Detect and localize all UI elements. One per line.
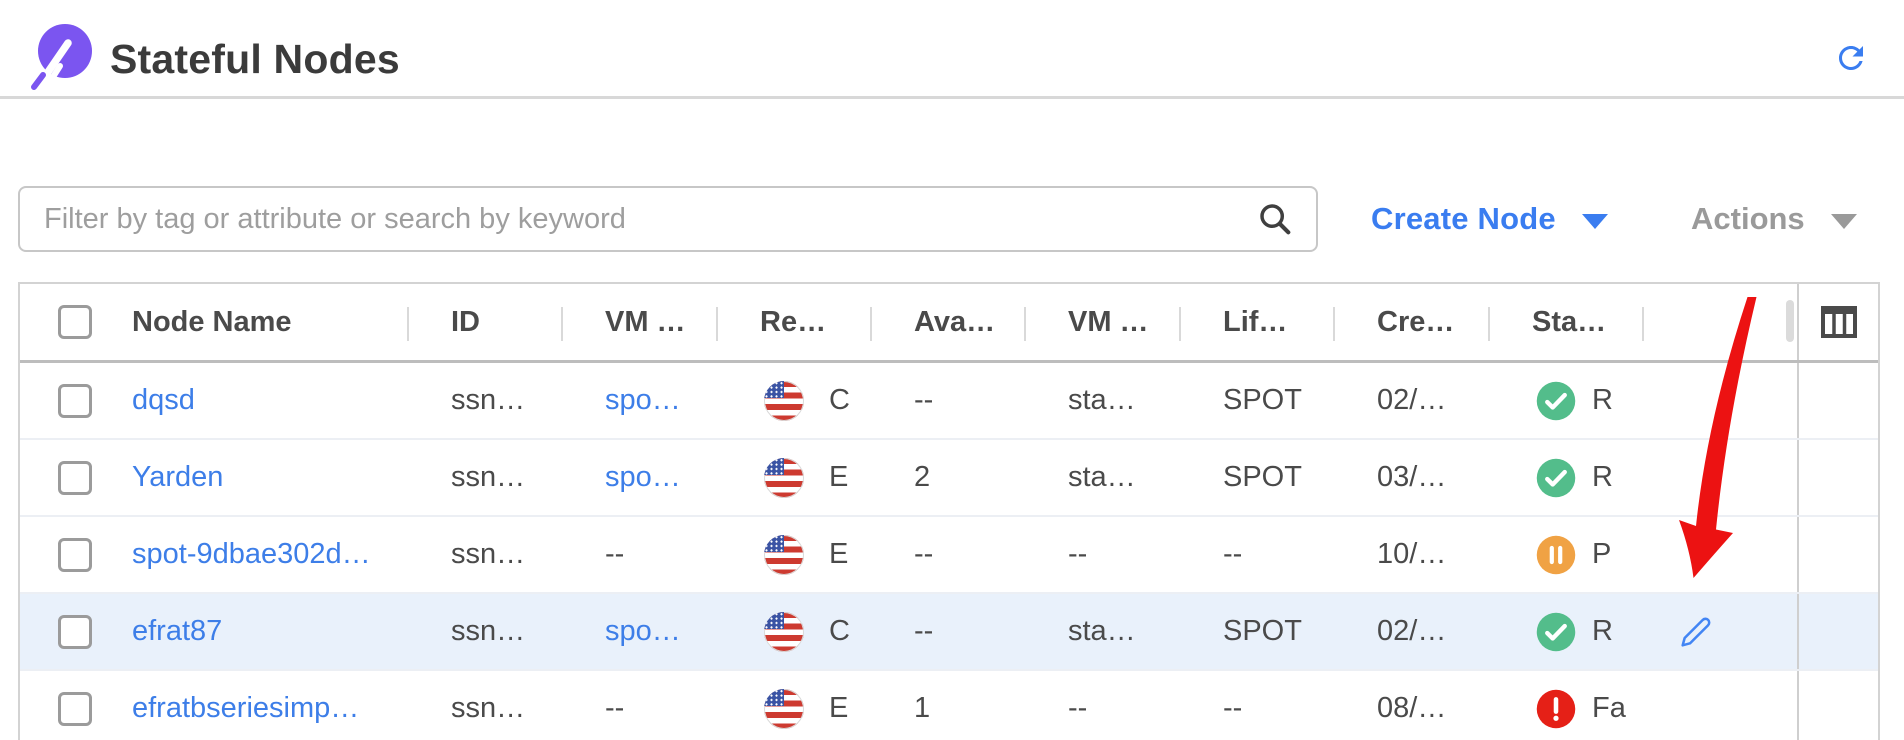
vm-name-value: sta…	[1068, 384, 1136, 417]
node-name-link[interactable]: dqsd	[132, 384, 195, 417]
page-title: Stateful Nodes	[110, 36, 400, 83]
table-row[interactable]: efrat87 ssn… spo… C -- sta… SPOT 02/… R	[20, 594, 1878, 671]
vm-name-value: sta…	[1068, 461, 1136, 494]
row-checkbox[interactable]	[58, 538, 92, 572]
status-label: R	[1592, 384, 1613, 417]
us-flag-icon	[764, 689, 804, 729]
column-header-region[interactable]: Re…	[718, 284, 872, 360]
region-label: C	[829, 384, 850, 417]
status-label: Fa	[1592, 692, 1626, 725]
check-circle-icon	[1535, 457, 1577, 499]
created-value: 02/…	[1377, 615, 1446, 648]
row-checkbox[interactable]	[58, 384, 92, 418]
table-scrollbar[interactable]	[1786, 300, 1794, 342]
column-header-lifecycle[interactable]: Lif…	[1181, 284, 1335, 360]
status-label: R	[1592, 615, 1613, 648]
table-row[interactable]: efratbseriesimp… ssn… -- E 1 -- -- 08/… …	[20, 671, 1878, 740]
chevron-down-icon	[1831, 214, 1857, 229]
availability-value: --	[914, 384, 933, 417]
column-header-availability[interactable]: Ava…	[872, 284, 1026, 360]
region-label: E	[829, 461, 848, 494]
check-circle-icon	[1535, 611, 1577, 653]
column-header-status[interactable]: Sta…	[1490, 284, 1644, 360]
node-name-link[interactable]: efrat87	[132, 615, 222, 648]
columns-icon[interactable]	[1821, 306, 1857, 338]
refresh-button[interactable]	[1832, 40, 1870, 78]
created-value: 08/…	[1377, 692, 1446, 725]
error-circle-icon	[1535, 688, 1577, 730]
vm-name-value: --	[1068, 538, 1087, 571]
pause-circle-icon	[1535, 534, 1577, 576]
column-header-vm-name[interactable]: VM …	[1026, 284, 1181, 360]
created-value: 03/…	[1377, 461, 1446, 494]
select-all-checkbox[interactable]	[58, 305, 92, 339]
lifecycle-value: --	[1223, 692, 1242, 725]
actions-button[interactable]: Actions	[1691, 186, 1857, 252]
availability-value: 1	[914, 692, 930, 725]
node-name-link[interactable]: efratbseriesimp…	[132, 692, 359, 725]
table-row[interactable]: spot-9dbae302d… ssn… -- E -- -- -- 10/… …	[20, 517, 1878, 594]
column-header-vm-spot[interactable]: VM …	[563, 284, 718, 360]
us-flag-icon	[764, 612, 804, 652]
column-header-node-name[interactable]: Node Name	[132, 284, 409, 360]
app-header: Stateful Nodes	[0, 0, 1904, 99]
status-label: P	[1592, 538, 1611, 571]
lifecycle-value: --	[1223, 538, 1242, 571]
node-name-link[interactable]: Yarden	[132, 461, 223, 494]
table-row[interactable]: Yarden ssn… spo… E 2 sta… SPOT 03/… R	[20, 440, 1878, 517]
lifecycle-value: SPOT	[1223, 461, 1302, 494]
created-value: 02/…	[1377, 384, 1446, 417]
node-id: ssn…	[451, 538, 525, 571]
availability-value: --	[914, 615, 933, 648]
create-node-button[interactable]: Create Node	[1371, 186, 1608, 252]
toolbar: Create Node Actions	[18, 186, 1886, 252]
vm-spot-link[interactable]: spo…	[605, 615, 681, 648]
availability-value: --	[914, 538, 933, 571]
table-row[interactable]: dqsd ssn… spo… C -- sta… SPOT 02/… R	[20, 363, 1878, 440]
stateful-nodes-page: Stateful Nodes Create Node Actions	[0, 0, 1904, 740]
vm-name-value: sta…	[1068, 615, 1136, 648]
chevron-down-icon	[1582, 214, 1608, 229]
vm-spot-value: --	[605, 692, 624, 725]
stateful-nodes-table: Node Name ID VM … Re… Ava… VM … Lif… Cre…	[18, 282, 1880, 740]
create-node-label: Create Node	[1371, 201, 1556, 237]
vm-spot-link[interactable]: spo…	[605, 384, 681, 417]
row-checkbox[interactable]	[58, 461, 92, 495]
check-circle-icon	[1535, 380, 1577, 422]
filter-input[interactable]	[18, 186, 1318, 252]
availability-value: 2	[914, 461, 930, 494]
node-id: ssn…	[451, 384, 525, 417]
us-flag-icon	[764, 458, 804, 498]
column-picker-cell	[1797, 284, 1878, 360]
lifecycle-value: SPOT	[1223, 384, 1302, 417]
row-checkbox[interactable]	[58, 615, 92, 649]
row-checkbox[interactable]	[58, 692, 92, 726]
status-label: R	[1592, 461, 1613, 494]
us-flag-icon	[764, 535, 804, 575]
actions-label: Actions	[1691, 201, 1805, 237]
vm-spot-link[interactable]: spo…	[605, 461, 681, 494]
column-header-id[interactable]: ID	[409, 284, 563, 360]
node-id: ssn…	[451, 615, 525, 648]
pencil-icon	[1680, 616, 1712, 648]
us-flag-icon	[764, 381, 804, 421]
region-label: C	[829, 615, 850, 648]
node-id: ssn…	[451, 461, 525, 494]
refresh-icon	[1833, 40, 1869, 76]
node-id: ssn…	[451, 692, 525, 725]
created-value: 10/…	[1377, 538, 1446, 571]
column-header-actions-spacer	[1644, 284, 1797, 360]
region-label: E	[829, 692, 848, 725]
column-header-created[interactable]: Cre…	[1335, 284, 1490, 360]
select-all-cell	[20, 284, 132, 360]
edit-node-button[interactable]	[1680, 616, 1712, 648]
node-name-link[interactable]: spot-9dbae302d…	[132, 538, 371, 571]
vm-name-value: --	[1068, 692, 1087, 725]
lifecycle-value: SPOT	[1223, 615, 1302, 648]
region-label: E	[829, 538, 848, 571]
table-header-row: Node Name ID VM … Re… Ava… VM … Lif… Cre…	[20, 284, 1878, 363]
vm-spot-value: --	[605, 538, 624, 571]
spot-logo-icon	[30, 20, 94, 94]
